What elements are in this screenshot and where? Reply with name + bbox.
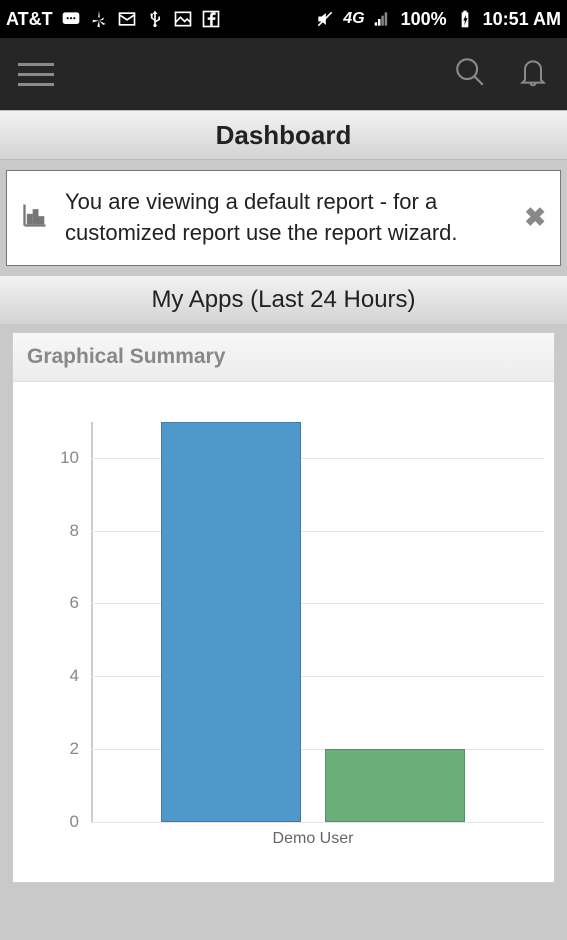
gridline (91, 458, 544, 459)
carrier-label: AT&T (6, 9, 53, 30)
menu-button[interactable] (18, 63, 54, 86)
header-actions (453, 55, 549, 94)
gridline (91, 822, 544, 823)
battery-label: 100% (401, 9, 447, 30)
notice-text: You are viewing a default report - for a… (65, 187, 508, 249)
plot-area: 0246810Demo User (91, 422, 544, 822)
y-tick-label: 6 (70, 593, 79, 613)
gridline (91, 749, 544, 750)
chart-card: Graphical Summary 0 2 4 6 8 10 Demo User (12, 332, 555, 883)
mail-icon (117, 9, 137, 29)
page-title-text: Dashboard (216, 120, 352, 151)
gridline (91, 531, 544, 532)
section-title-text: My Apps (Last 24 Hours) (151, 286, 415, 314)
bar-series1[interactable] (161, 422, 301, 822)
chart-body: 0 2 4 6 8 10 Demo User (13, 382, 554, 882)
image-icon (173, 9, 193, 29)
facebook-icon (201, 9, 221, 29)
y-tick-label: 4 (70, 666, 79, 686)
search-icon[interactable] (453, 55, 487, 94)
yelp-icon (89, 9, 109, 29)
battery-icon (455, 9, 475, 29)
page-title: Dashboard (0, 110, 567, 160)
gridline (91, 603, 544, 604)
bell-icon[interactable] (517, 56, 549, 93)
y-tick-label: 8 (70, 521, 79, 541)
status-right: 4G 100% 10:51 AM (315, 9, 561, 30)
signal-icon (373, 9, 393, 29)
close-icon[interactable]: ✖ (524, 202, 546, 233)
usb-icon (145, 9, 165, 29)
message-icon (61, 9, 81, 29)
section-title: My Apps (Last 24 Hours) (0, 276, 567, 324)
y-tick-label: 2 (70, 739, 79, 759)
notice-section: You are viewing a default report - for a… (0, 160, 567, 276)
bar-series2[interactable] (325, 749, 465, 822)
gridline (91, 676, 544, 677)
chart-icon (21, 201, 49, 234)
time-label: 10:51 AM (483, 9, 561, 30)
y-tick-label: 0 (70, 812, 79, 832)
notice-banner: You are viewing a default report - for a… (6, 170, 561, 266)
status-left: AT&T (6, 9, 221, 30)
chart-card-title: Graphical Summary (13, 333, 554, 382)
app-header (0, 38, 567, 110)
network-label: 4G (343, 10, 364, 28)
android-status-bar: AT&T 4G 100% 10:51 AM (0, 0, 567, 38)
y-axis (91, 422, 93, 822)
x-tick-label: Demo User (273, 830, 354, 848)
mute-icon (315, 9, 335, 29)
y-tick-label: 10 (60, 448, 79, 468)
